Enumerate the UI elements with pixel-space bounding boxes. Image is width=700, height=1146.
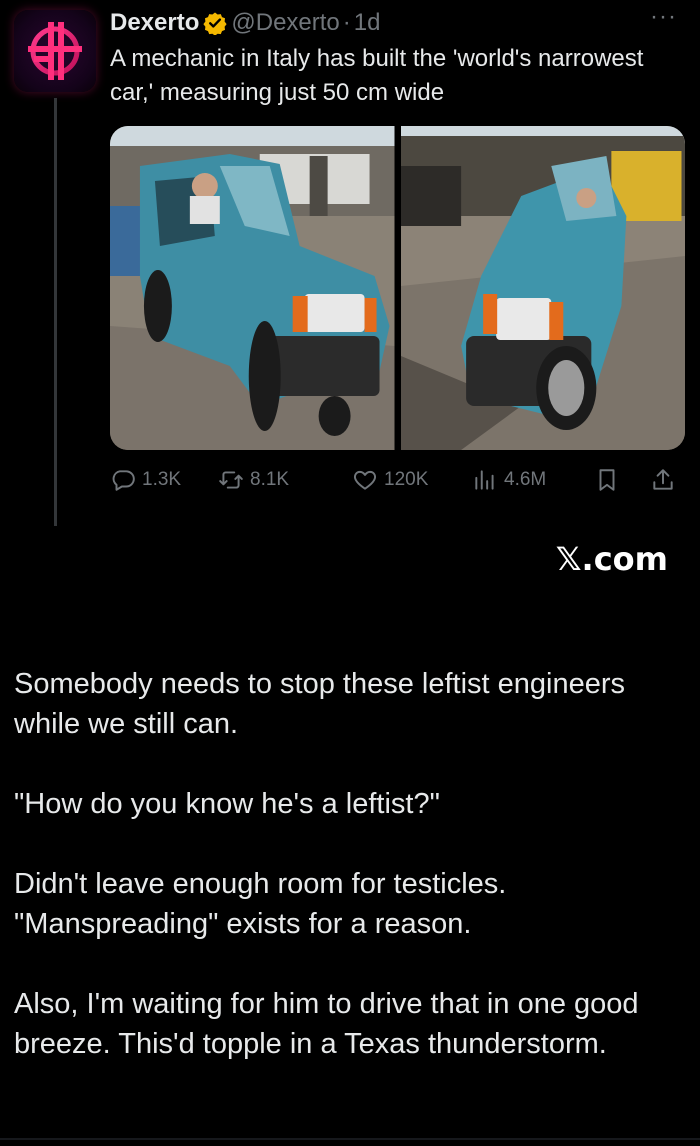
avatar[interactable] [14,10,96,92]
reply-button[interactable]: 1.3K [110,467,181,493]
tweet-header: Dexerto @Dexerto · 1d [110,6,380,40]
more-options-icon[interactable]: ··· [650,5,684,32]
retweet-button[interactable]: 8.1K [218,467,289,493]
views-button[interactable]: 4.6M [472,467,546,493]
timestamp[interactable]: 1d [354,9,381,37]
share-icon [653,469,673,490]
views-chart-icon [475,470,494,490]
handle[interactable]: @Dexerto [231,9,339,37]
action-bar: 1.3K 8.1K 120K 4.6M [110,462,685,498]
reply-count: 1.3K [142,469,182,490]
bookmark-button[interactable] [594,467,626,493]
retweet-icon [219,471,243,489]
comment-paragraph: "How do you know he's a leftist?" [14,788,440,820]
media-grid[interactable] [110,126,685,450]
reply-icon [112,470,135,491]
tweet-text: A mechanic in Italy has built the 'world… [110,45,644,106]
dexerto-logo-icon [28,22,82,80]
divider [0,1138,700,1140]
narrow-car-front-left-photo[interactable] [110,126,395,450]
x-com-watermark: 𝕏.com [555,540,668,578]
comment-paragraph: Also, I'm waiting for him to drive that … [14,988,639,1060]
separator-dot: · [342,9,351,36]
bookmark-icon [599,469,615,491]
narrow-car-front-right-photo[interactable] [400,126,685,450]
comment-text-block: Somebody needs to stop these leftist eng… [14,664,686,1064]
thread-line [54,98,57,526]
views-count: 4.6M [504,469,547,490]
heart-icon [353,470,377,490]
comment-paragraph: Somebody needs to stop these leftist eng… [14,668,625,740]
like-button[interactable]: 120K [352,467,428,493]
share-button[interactable] [650,467,682,493]
display-name[interactable]: Dexerto [110,9,199,37]
tweet-card[interactable]: Dexerto @Dexerto · 1d ··· A mechanic in … [0,0,700,540]
comment-paragraph: Didn't leave enough room for testicles. … [14,868,507,940]
verified-badge-icon [203,11,227,36]
retweet-count: 8.1K [250,469,290,490]
like-count: 120K [384,469,429,490]
